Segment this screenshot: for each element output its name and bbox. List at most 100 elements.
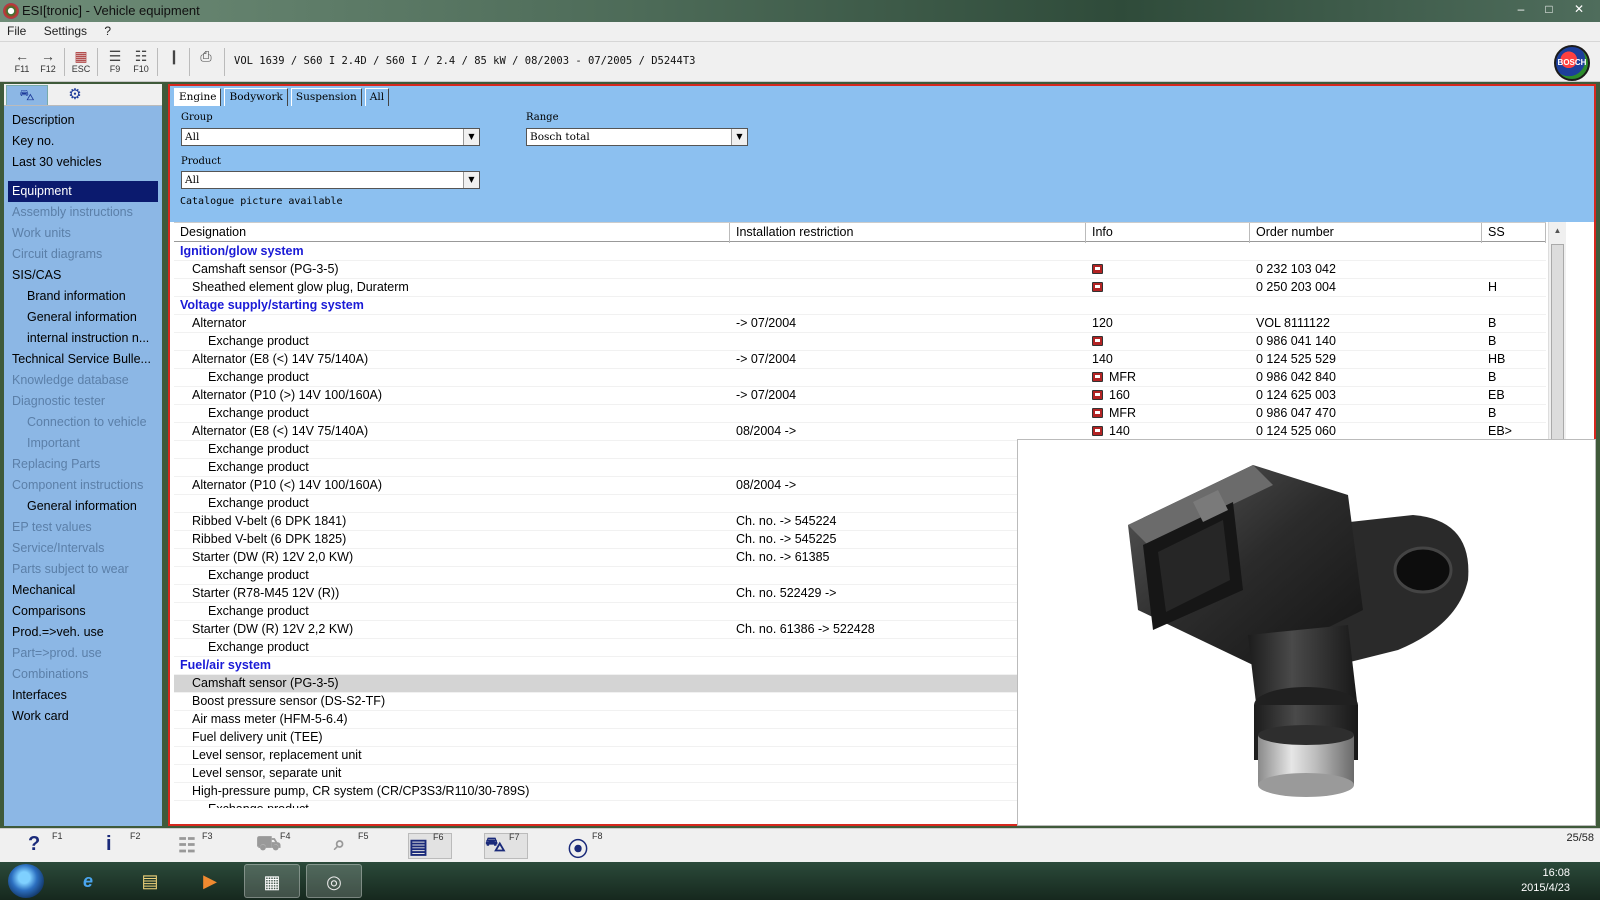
catalogue-picture-icon[interactable] [1092,408,1103,418]
sidebar-item-work-card[interactable]: Work card [4,706,162,727]
column-ss[interactable]: SS [1482,223,1546,243]
menu-help[interactable]: ? [97,22,118,40]
maximize-button[interactable]: □ [1536,0,1562,18]
system-clock[interactable]: 16:08 2015/4/23 [1521,866,1570,896]
back-button[interactable]: ← F11 [10,48,34,76]
sidebar-item-comparisons[interactable]: Comparisons [4,601,162,622]
forward-key-label: F12 [40,64,56,74]
designation-cell: Starter (R78-M45 12V (R)) [192,586,340,600]
info-cell [1092,333,1247,351]
print-button[interactable]: ⎙ [194,48,218,76]
f9-button[interactable]: ☰ F9 [103,48,127,76]
info-icon: i [106,833,112,855]
chevron-down-icon[interactable]: ▼ [463,129,479,145]
column-info[interactable]: Info [1086,223,1250,243]
info-cell [1092,279,1247,297]
sidebar-item-description[interactable]: Description [4,110,162,131]
taskbar-esi-window[interactable]: ▦ [244,864,300,898]
catalogue-picture-icon[interactable] [1092,426,1103,436]
minimize-button[interactable]: – [1508,0,1534,18]
scroll-up-icon[interactable]: ▲ [1549,222,1566,240]
designation-cell: Exchange product [208,460,309,474]
catalogue-picture-icon[interactable] [1092,264,1103,274]
product-select[interactable]: All ▼ [181,171,480,189]
function-key-f1[interactable]: ? F1 [28,831,72,859]
table-row[interactable]: Alternator (E8 (<) 14V 75/140A) -> 07/200… [174,351,1546,369]
taskbar-media-player[interactable]: ▶ [182,864,238,898]
taskbar-file-explorer[interactable]: ▤ [122,864,178,898]
close-button[interactable]: ✕ [1566,0,1592,18]
start-button[interactable] [8,864,44,898]
taskbar-internet-explorer[interactable]: e [60,864,116,898]
tab-vehicle[interactable]: ⛍ [6,85,48,105]
sidebar-item-general-information[interactable]: General information [4,307,162,328]
sidebar-item-brand-information[interactable]: Brand information [4,286,162,307]
table-group-row[interactable]: Voltage supply/starting system [174,297,1546,315]
sidebar-item-internal-instruction-n[interactable]: internal instruction n... [4,328,162,349]
designation-cell: Ribbed V-belt (6 DPK 1825) [192,532,347,546]
forward-button[interactable]: → F12 [36,48,60,76]
function-key-f6[interactable]: ▤ F6 [408,832,452,859]
table-row[interactable]: Exchange product MFR 0 986 042 840 B [174,369,1546,387]
catalogue-picture-icon[interactable] [1092,282,1103,292]
info-text: MFR [1109,370,1137,384]
function-key-f2[interactable]: i F2 [106,831,150,859]
escape-button[interactable]: ▦ ESC [69,48,93,76]
bosch-logo: BOSCH [1554,45,1590,81]
function-key-number: F7 [509,832,520,842]
tab-bodywork[interactable]: Bodywork [224,88,288,106]
designation-cell: Alternator (E8 (<) 14V 75/140A) [192,424,369,438]
group-select[interactable]: All ▼ [181,128,480,146]
tab-engine[interactable]: ⚙ [54,85,96,105]
range-select[interactable]: Bosch total ▼ [526,128,748,146]
sidebar-item-last-30-vehicles[interactable]: Last 30 vehicles [4,152,162,173]
installation-restriction-cell [736,405,1086,423]
back-arrow-icon: ← [15,48,29,64]
sidebar-item-prod-veh-use[interactable]: Prod.=>veh. use [4,622,162,643]
table-row[interactable]: Exchange product MFR 0 986 047 470 B [174,405,1546,423]
tab-suspension[interactable]: Suspension [290,88,362,106]
menu-settings[interactable]: Settings [37,22,94,40]
escape-icon: ▦ [74,48,88,64]
table-row[interactable]: Alternator (P10 (>) 14V 100/160A) -> 07/2… [174,387,1546,405]
menu-file[interactable]: File [0,22,33,40]
taskbar-esi-tronic[interactable]: ◎ [306,864,362,898]
scrollbar-thumb[interactable] [1551,244,1564,464]
sidebar-item-key-no[interactable]: Key no. [4,131,162,152]
sidebar-item-sis-cas[interactable]: SIS/CAS [4,265,162,286]
table-row[interactable]: Alternator -> 07/2004 120 VOL 8111122 B [174,315,1546,333]
forward-arrow-icon: → [41,48,55,64]
sidebar-item-component-instructions: Component instructions [12,478,144,492]
sidebar-item-interfaces[interactable]: Interfaces [4,685,162,706]
column-order-number[interactable]: Order number [1250,223,1482,243]
catalogue-picture-icon[interactable] [1092,336,1103,346]
function-key-f3[interactable]: ☷ F3 [178,831,222,859]
table-row[interactable]: Camshaft sensor (PG-3-5) 0 232 103 042 [174,261,1546,279]
column-designation[interactable]: Designation [174,223,730,243]
table-row[interactable]: Exchange product 0 986 041 140 B [174,333,1546,351]
table-group-row[interactable]: Ignition/glow system [174,243,1546,261]
sidebar-item-general-information[interactable]: General information [4,496,162,517]
function-key-f5[interactable]: ⌕ F5 [334,831,378,859]
sidebar-item-technical-service-bulle[interactable]: Technical Service Bulle... [4,349,162,370]
page-button[interactable]: ❙ [162,48,186,76]
sidebar-item-mechanical[interactable]: Mechanical [4,580,162,601]
function-key-f8[interactable]: ⦿ F8 [568,831,612,861]
catalogue-picture [1017,439,1596,826]
chevron-down-icon[interactable]: ▼ [463,172,479,188]
function-key-f7[interactable]: ⛍ F7 [484,832,528,859]
list-icon: ☷ [178,835,196,857]
chevron-down-icon[interactable]: ▼ [731,129,747,145]
catalogue-picture-icon[interactable] [1092,372,1103,382]
function-key-f4[interactable]: ⛟ F4 [256,831,300,859]
filter-area: Engine Bodywork Suspension All Group All ▼ … [170,86,1594,222]
sidebar-item-equipment[interactable]: Equipment [8,181,158,202]
catalogue-picture-icon[interactable] [1092,390,1103,400]
order-number-cell: 0 986 042 840 [1256,370,1336,384]
tab-all[interactable]: All [364,88,390,106]
f10-button[interactable]: ☷ F10 [129,48,153,76]
tab-engine-category[interactable]: Engine [174,88,222,106]
column-installation-restriction[interactable]: Installation restriction [730,223,1086,243]
table-row[interactable]: Sheathed element glow plug, Duraterm 0 25… [174,279,1546,297]
